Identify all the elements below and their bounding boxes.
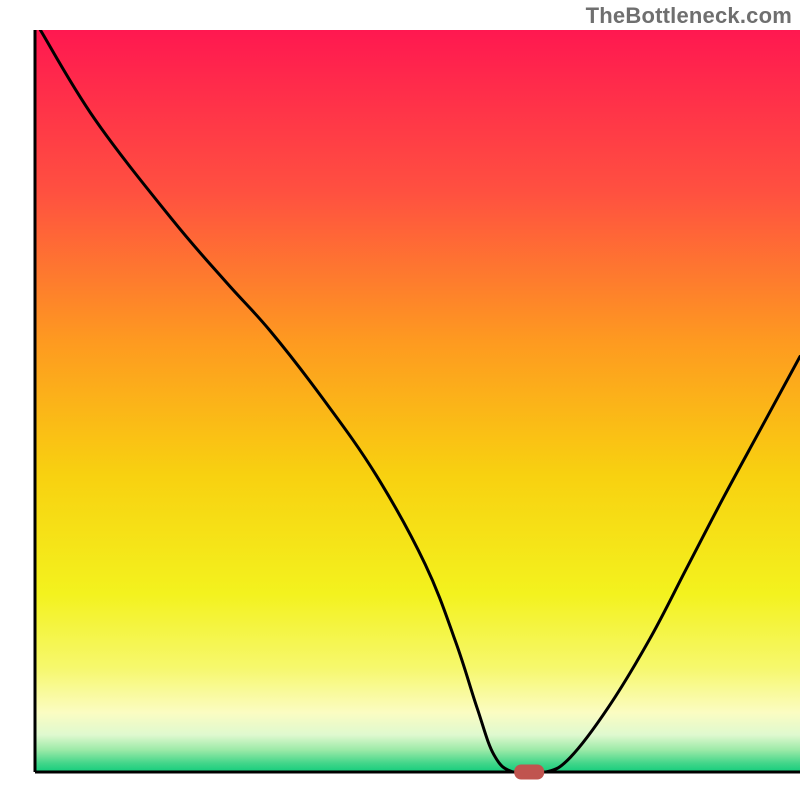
plot-background (35, 30, 800, 772)
chart-container: TheBottleneck.com (0, 0, 800, 800)
watermark-text: TheBottleneck.com (586, 3, 792, 29)
bottleneck-chart (0, 0, 800, 800)
optimal-marker (514, 765, 544, 780)
